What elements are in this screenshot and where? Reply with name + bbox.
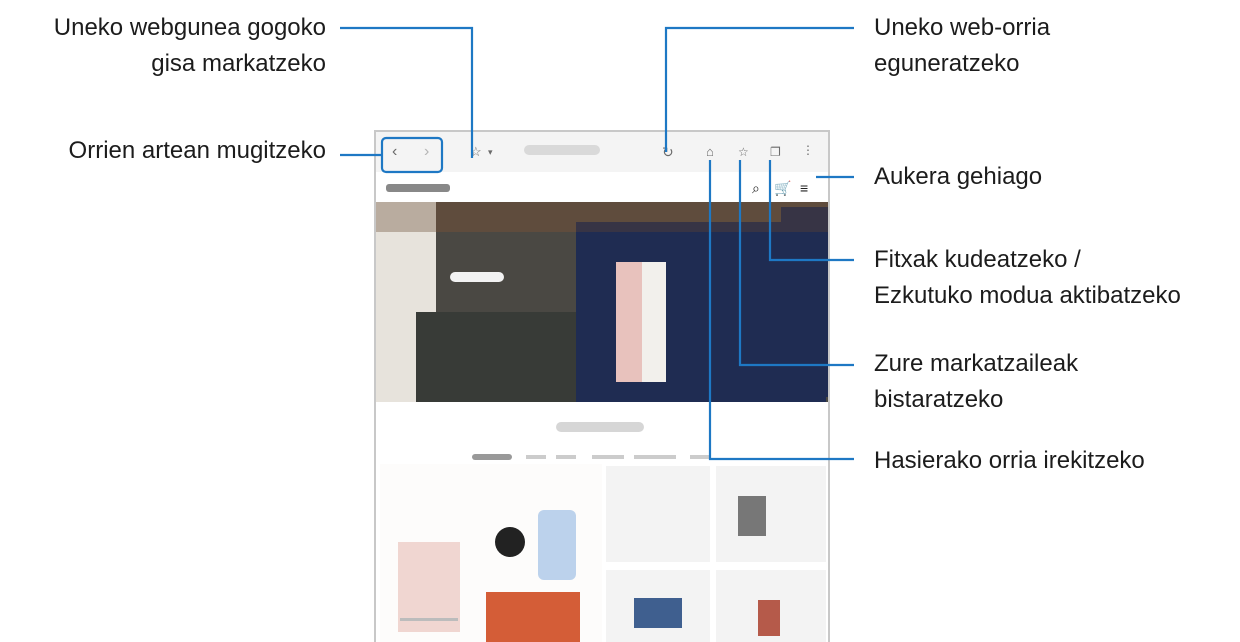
callout-home: Hasierako orria irekitzeko — [874, 447, 1145, 474]
menu-icon[interactable]: ≡ — [800, 180, 808, 196]
search-icon[interactable]: ⌕ — [752, 180, 760, 197]
callout-navigate: Orrien artean mugitzeko — [68, 137, 326, 164]
forward-icon[interactable]: › — [424, 142, 429, 162]
callout-refresh-line2: eguneratzeko — [874, 50, 1020, 77]
page-content — [376, 402, 828, 642]
hero-image — [376, 202, 828, 402]
add-bookmark-icon[interactable]: ☆ — [470, 142, 482, 162]
browser-toolbar: ‹ › ☆ ▾ ↻ ⌂ ☆ ❐ ⋮ — [376, 132, 828, 172]
more-options-icon[interactable]: ⋮ — [802, 140, 814, 160]
callout-bookmark-current-line1: Uneko webgunea gogoko — [53, 14, 326, 41]
url-bar[interactable] — [524, 145, 600, 155]
callout-bookmarks: Zure markatzaileak bistaratzeko — [874, 346, 1078, 418]
callout-tabs: Fitxak kudeatzeko / Ezkutuko modua aktib… — [874, 242, 1181, 314]
callout-bookmark-current-line2: gisa markatzeko — [151, 50, 326, 77]
chevron-down-icon[interactable]: ▾ — [488, 142, 493, 162]
callout-refresh-line1: Uneko web-orria — [874, 14, 1051, 41]
callout-tabs-line1: Fitxak kudeatzeko / — [874, 246, 1081, 273]
callout-bookmarks-line1: Zure markatzaileak — [874, 350, 1079, 377]
back-icon[interactable]: ‹ — [392, 142, 397, 162]
callout-more-options: Aukera gehiago — [874, 163, 1043, 190]
browser-window: ‹ › ☆ ▾ ↻ ⌂ ☆ ❐ ⋮ ⌕ 🛒 ≡ — [374, 130, 830, 642]
callout-bookmark-current: Uneko webgunea gogoko gisa markatzeko — [0, 10, 326, 82]
tabs-icon[interactable]: ❐ — [770, 142, 781, 162]
callout-tabs-line2: Ezkutuko modua aktibatzeko — [874, 282, 1181, 309]
callout-refresh: Uneko web-orria eguneratzeko — [874, 10, 1050, 82]
home-icon[interactable]: ⌂ — [706, 142, 714, 162]
bookmarks-icon[interactable]: ☆ — [738, 142, 749, 162]
refresh-icon[interactable]: ↻ — [662, 142, 674, 162]
site-logo — [386, 184, 450, 192]
cart-icon[interactable]: 🛒 — [774, 180, 791, 197]
callout-bookmarks-line2: bistaratzeko — [874, 386, 1004, 413]
